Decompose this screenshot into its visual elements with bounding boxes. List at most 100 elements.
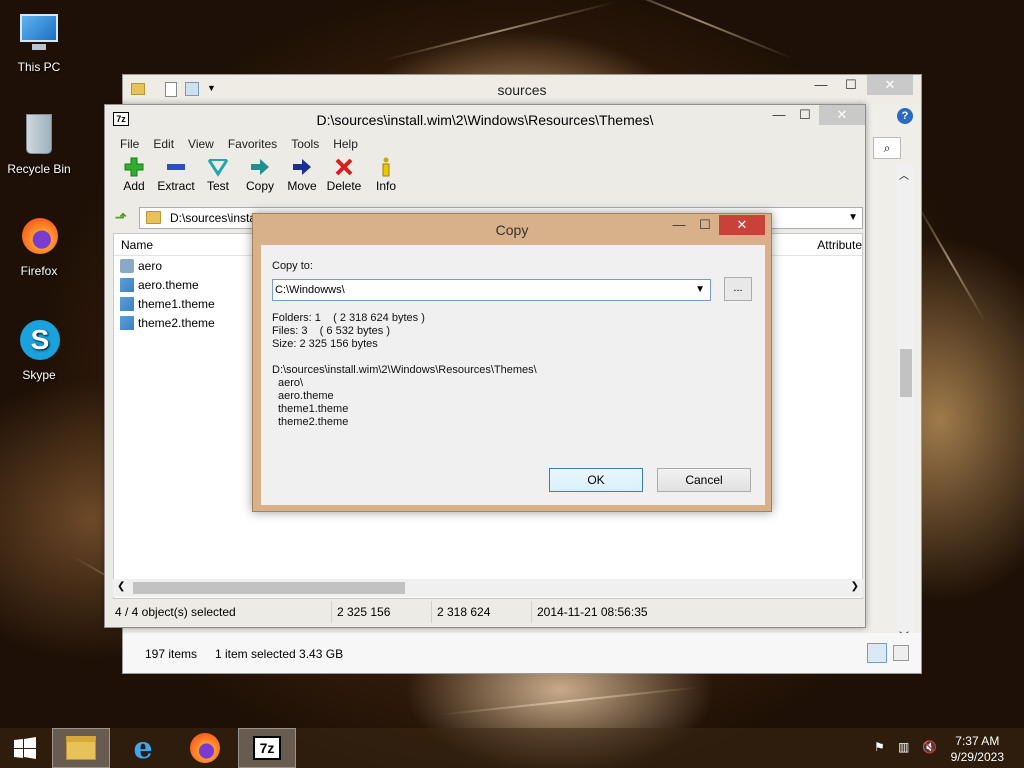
minimize-button[interactable]: — — [665, 215, 693, 235]
details-view-icon[interactable] — [867, 643, 887, 663]
menu-tools[interactable]: Tools — [284, 137, 326, 151]
delete-button[interactable]: Delete — [323, 155, 365, 205]
network-icon[interactable]: ▥ — [898, 740, 909, 768]
scrollbar-thumb[interactable] — [900, 349, 912, 397]
ok-button[interactable]: OK — [549, 468, 643, 492]
taskbar-7zip[interactable]: 7z — [238, 728, 296, 768]
move-button[interactable]: Move — [281, 155, 323, 205]
selection-info: 1 item selected 3.43 GB — [215, 647, 344, 661]
scrollbar-thumb[interactable] — [133, 582, 405, 594]
dialog-body: Copy to: C:\Windowws\ ▼ ... Folders: 1 (… — [261, 245, 765, 505]
add-icon — [113, 155, 155, 179]
desktop-icon-label: Firefox — [20, 264, 58, 278]
menu-help[interactable]: Help — [326, 137, 365, 151]
theme-file-icon — [120, 277, 134, 292]
copy-to-label: Copy to: — [272, 260, 313, 272]
explorer-title: sources — [497, 82, 547, 98]
test-icon — [197, 155, 239, 179]
help-icon[interactable]: ? — [897, 108, 913, 124]
close-button[interactable]: ✕ — [819, 105, 865, 125]
clock-date: 9/29/2023 — [950, 750, 1004, 764]
taskbar-firefox[interactable] — [176, 728, 234, 768]
chevron-down-icon[interactable]: ▼ — [695, 280, 705, 300]
extract-icon — [155, 155, 197, 179]
add-button[interactable]: Add — [113, 155, 155, 205]
info-icon — [365, 155, 407, 179]
clock-time: 7:37 AM — [955, 734, 1000, 748]
files-info: Files: 3 ( 6 532 bytes ) — [272, 325, 390, 337]
file-name: theme2.theme — [138, 315, 215, 330]
copy-dialog[interactable]: Copy — ☐ ✕ Copy to: C:\Windowws\ ▼ ... F… — [252, 213, 772, 512]
search-icon[interactable]: ⌕ — [873, 137, 901, 159]
desktop-icon-skype[interactable]: S Skype — [6, 318, 72, 382]
info-label: Info — [375, 179, 396, 193]
delete-icon — [323, 155, 365, 179]
dialog-titlebar[interactable]: Copy — ☐ ✕ — [253, 214, 771, 244]
taskbar-file-explorer[interactable] — [52, 728, 110, 768]
large-icons-view-icon[interactable] — [893, 645, 909, 661]
explorer-statusbar: 197 items 1 item selected 3.43 GB — [123, 633, 921, 673]
source-item: aero\ — [278, 377, 304, 389]
scroll-up-icon[interactable]: ︿ — [899, 167, 909, 182]
flag-icon[interactable]: ⚑ — [874, 740, 885, 768]
browse-button[interactable]: ... — [724, 277, 752, 301]
file-name: aero.theme — [138, 277, 199, 292]
firefox-icon — [190, 733, 220, 763]
scroll-right-icon[interactable]: ❯ — [851, 581, 859, 592]
folder-icon — [146, 211, 161, 224]
cancel-button[interactable]: Cancel — [657, 468, 751, 492]
sevenzip-title: D:\sources\install.wim\2\Windows\Resourc… — [316, 112, 654, 128]
delete-label: Delete — [326, 179, 362, 193]
desktop-icon-this-pc[interactable]: This PC — [6, 10, 72, 74]
test-button[interactable]: Test — [197, 155, 239, 205]
horizontal-scrollbar[interactable]: ❮ ❯ — [113, 579, 863, 597]
desktop-icon-firefox[interactable]: Firefox — [6, 214, 72, 278]
extract-label: Extract — [157, 179, 195, 193]
start-button[interactable] — [0, 728, 50, 768]
address-text: D:\sources\insta — [170, 211, 257, 225]
extract-button[interactable]: Extract — [155, 155, 197, 205]
taskbar-internet-explorer[interactable]: e — [114, 728, 172, 768]
statusbar: 4 / 4 object(s) selected 2 325 156 2 318… — [113, 601, 863, 623]
column-name[interactable]: Name — [121, 238, 153, 252]
up-folder-icon[interactable]: ⬏ — [115, 209, 133, 227]
info-button[interactable]: Info — [365, 155, 407, 205]
menu-file[interactable]: File — [113, 137, 146, 151]
move-label: Move — [287, 179, 317, 193]
source-item: theme1.theme — [278, 403, 349, 415]
destination-path-input[interactable]: C:\Windowws\ ▼ — [272, 279, 711, 301]
copy-icon — [239, 155, 281, 179]
menu-view[interactable]: View — [181, 137, 221, 151]
minimize-button[interactable]: — — [807, 75, 835, 95]
recycle-bin-icon — [16, 112, 62, 158]
desktop-icon-label: Skype — [22, 368, 56, 382]
close-button[interactable]: ✕ — [719, 215, 765, 235]
packed-size-status: 2 318 624 — [437, 605, 491, 619]
sevenzip-titlebar[interactable]: 7z D:\sources\install.wim\2\Windows\Reso… — [105, 105, 865, 133]
theme-file-icon — [120, 315, 134, 330]
vertical-scrollbar[interactable]: ︿ ﹀ — [897, 165, 915, 645]
scroll-left-icon[interactable]: ❮ — [117, 581, 125, 592]
minimize-button[interactable]: — — [765, 105, 793, 125]
maximize-button[interactable]: ☐ — [791, 105, 819, 125]
modified-status: 2014-11-21 08:56:35 — [537, 605, 648, 619]
column-attributes[interactable]: Attribute — [817, 238, 862, 252]
toolbar: Add Extract Test Copy Move Delete Info — [105, 155, 865, 205]
clock[interactable]: 7:37 AM 9/29/2023 — [951, 733, 1004, 765]
internet-explorer-icon: e — [133, 730, 153, 766]
copy-button[interactable]: Copy — [239, 155, 281, 205]
maximize-button[interactable]: ☐ — [691, 215, 719, 235]
menu-edit[interactable]: Edit — [146, 137, 181, 151]
menu-favorites[interactable]: Favorites — [221, 137, 284, 151]
sevenzip-icon: 7z — [253, 736, 281, 760]
desktop-icon-recycle-bin[interactable]: Recycle Bin — [6, 112, 72, 176]
file-name: aero — [138, 258, 163, 273]
destination-path-value: C:\Windowws\ — [275, 284, 345, 296]
explorer-titlebar[interactable]: ▼ sources — ☐ ✕ — [123, 75, 921, 105]
volume-muted-icon[interactable]: 🔇 — [922, 740, 937, 768]
move-icon — [281, 155, 323, 179]
chevron-down-icon[interactable]: ▼ — [848, 208, 858, 228]
maximize-button[interactable]: ☐ — [837, 75, 865, 95]
close-button[interactable]: ✕ — [867, 75, 913, 95]
skype-icon: S — [16, 318, 62, 364]
